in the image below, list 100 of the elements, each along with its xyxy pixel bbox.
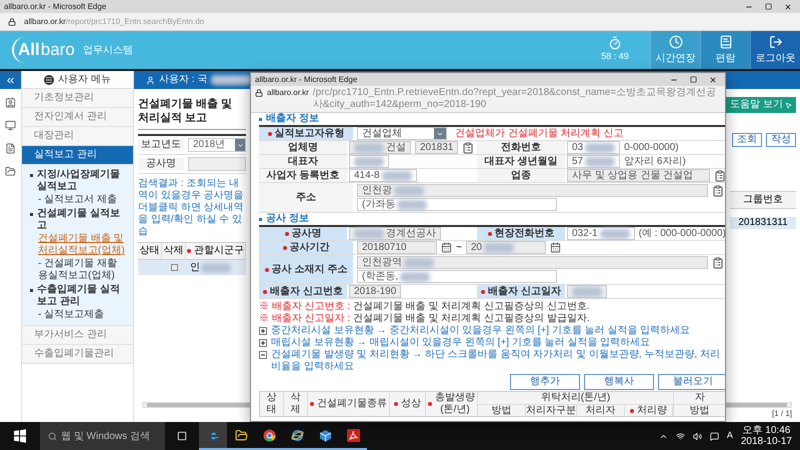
collapse-toggle[interactable] [259, 351, 267, 359]
lookup-icon[interactable] [462, 142, 474, 154]
address-bar[interactable]: allbaro.or.kr /prc/prc1710_Entn.P.retrieveEntn.do?rept_year=2018&const_name=소방초교목왕경계선공사&city_auth=142&perm_no=2018-190 [251, 86, 725, 113]
menu-item[interactable]: 부가서비스 관리 [22, 326, 133, 345]
close-icon[interactable] [709, 76, 717, 84]
column-header: 방법 [478, 405, 526, 417]
input-field[interactable]: 414-8 [349, 169, 417, 182]
notification-icon[interactable] [710, 432, 719, 440]
field-label: 업종 [477, 169, 565, 182]
submenu-heading: 지정/사업장폐기물 실적보고 [37, 169, 121, 193]
taskbar-app[interactable] [199, 422, 227, 450]
maximize-icon[interactable] [690, 76, 697, 83]
required-mark [630, 409, 634, 413]
input-field[interactable] [188, 157, 246, 171]
clock[interactable]: 오후 10:46 2018-10-17 [740, 425, 792, 447]
ime-indicator[interactable]: A [726, 429, 733, 443]
pagination: [1 / 1] [772, 408, 792, 420]
menu-item[interactable]: 실적보고 관리 [22, 146, 133, 165]
pointer-icon [785, 102, 792, 108]
action-button[interactable]: 조회 [732, 133, 762, 147]
expand-toggle[interactable] [259, 327, 267, 335]
submenu-heading: 건설폐기물 실적보고 [37, 208, 121, 232]
document-icon[interactable] [5, 143, 16, 154]
input-field[interactable]: 032-1 [567, 227, 635, 240]
collapse-icon[interactable] [5, 74, 16, 86]
section-link[interactable]: 중간처리시설 보유현황 → 중간처리시설이 있을경우 왼쪽의 [+] 기호를 눌러 실적을 입력하세요 [271, 325, 690, 337]
input-field[interactable]: 건설 [349, 141, 411, 154]
column-header: 그룹번호 [730, 191, 796, 209]
input-field[interactable]: 57 [567, 155, 620, 168]
table-row[interactable]: 인 [138, 260, 246, 275]
taskbar-search-field[interactable]: 웹 및 Windows 검색 [40, 422, 165, 450]
clock-icon [668, 34, 682, 48]
expand-toggle[interactable] [259, 339, 267, 347]
input-field[interactable]: 201831 [415, 141, 458, 154]
lookup-icon[interactable] [712, 256, 724, 268]
submenu-link[interactable]: 건설폐기물 배출 및 처리실적보고(업체) [30, 233, 125, 257]
bullet-icon [30, 174, 33, 177]
close-icon[interactable] [784, 2, 792, 10]
required-mark [282, 246, 286, 250]
monitor-icon[interactable] [5, 120, 16, 131]
required-mark [481, 290, 486, 294]
lookup-icon[interactable] [714, 170, 725, 182]
action-button[interactable]: 작성 [766, 133, 796, 147]
input-field[interactable]: 인천광 [357, 184, 708, 197]
table-action-button[interactable]: 행추가 [510, 374, 580, 390]
input-field[interactable]: 인천광역 [357, 256, 708, 269]
type-select[interactable]: 건설업체 [357, 127, 447, 140]
input-field[interactable] [567, 285, 607, 298]
submenu-link[interactable]: - 건설폐기물 재활용실적보고(업체) [30, 258, 125, 282]
input-field[interactable]: (가좌동 [357, 198, 557, 211]
task-view-icon[interactable] [177, 431, 187, 441]
field-label: 공사 소재지 주소 [259, 255, 353, 284]
row-checkbox[interactable] [170, 264, 178, 271]
field-label: 대표자 [259, 155, 347, 168]
network-icon[interactable] [676, 432, 685, 440]
field-label: 현장전화번호 [477, 227, 565, 240]
field-label: 주소 [259, 183, 353, 212]
format-hint: 앞자리 6자리) [624, 156, 686, 168]
folder-icon[interactable] [5, 166, 16, 177]
input-field[interactable]: 20180710 [357, 241, 437, 254]
calendar-icon[interactable] [550, 242, 561, 253]
table-action-button[interactable]: 행복사 [584, 374, 654, 390]
lookup-icon[interactable] [712, 184, 724, 196]
calendar-icon[interactable] [441, 242, 452, 253]
menu-item[interactable]: 기초정보관리 [22, 89, 133, 108]
logout-icon [768, 34, 782, 48]
input-field[interactable]: 20 [466, 241, 546, 254]
contact-icon[interactable] [5, 97, 16, 108]
submenu-link[interactable]: - 실적보고서 제출 [30, 194, 125, 206]
required-mark [394, 402, 398, 406]
table-action-button[interactable]: 불러오기 [658, 374, 725, 390]
input-field[interactable]: (학존동, [357, 270, 557, 283]
table-cell: 인 [190, 262, 200, 274]
header-button[interactable]: 로그아웃 [750, 31, 800, 69]
column-header: 성상 [390, 392, 426, 416]
section-bullet [259, 118, 262, 120]
input-field[interactable]: 사무 및 상업용 건물 건설업 [567, 169, 710, 182]
year-select[interactable]: 2018년 [188, 138, 246, 152]
book-icon [718, 34, 732, 48]
group-header: 자 [674, 392, 725, 405]
input-field[interactable]: 2018-190 [349, 285, 402, 298]
column-header: 삭제 [162, 243, 186, 259]
input-field[interactable]: 03 [567, 141, 620, 154]
column-header: 총발생량(톤/년) [426, 392, 478, 416]
maximize-icon[interactable] [765, 3, 772, 10]
section-link[interactable]: 건설폐기물 발생량 및 처리현황 → 하단 스크롤바를 움직여 자가처리 및 이월보관량, 누적보관량, 처리비율을 입력하세요 [271, 349, 725, 373]
help-button[interactable]: 도움말 보기 [726, 97, 796, 113]
submenu-link[interactable]: - 실적보고제출 [30, 309, 125, 321]
menu-item[interactable]: 대장관리 [22, 127, 133, 146]
input-field[interactable] [349, 155, 389, 168]
volume-icon[interactable] [692, 432, 702, 440]
header-button[interactable]: 편람 [700, 31, 750, 69]
address-bar[interactable]: allbaro.or.kr/report/prc1710_Entn.searchByEntn.do [0, 13, 800, 31]
notice-text: ※ 배출자 신고일자 : 건설폐기물 배출 및 처리계획 신고필증상의 발급일자. [259, 313, 591, 325]
chrome-icon [262, 428, 276, 442]
menu-item[interactable]: 전자인계서 관리 [22, 108, 133, 127]
input-field[interactable]: 경계선공사 [349, 227, 441, 240]
dropdown-icon [236, 142, 244, 148]
section-link[interactable]: 매립시설 보유현황 → 매립시설이 있을경우 왼쪽의 [+] 기호를 눌러 실적을 입력하세요 [271, 337, 650, 349]
menu-item[interactable]: 수출입폐기물관리 [22, 345, 133, 364]
